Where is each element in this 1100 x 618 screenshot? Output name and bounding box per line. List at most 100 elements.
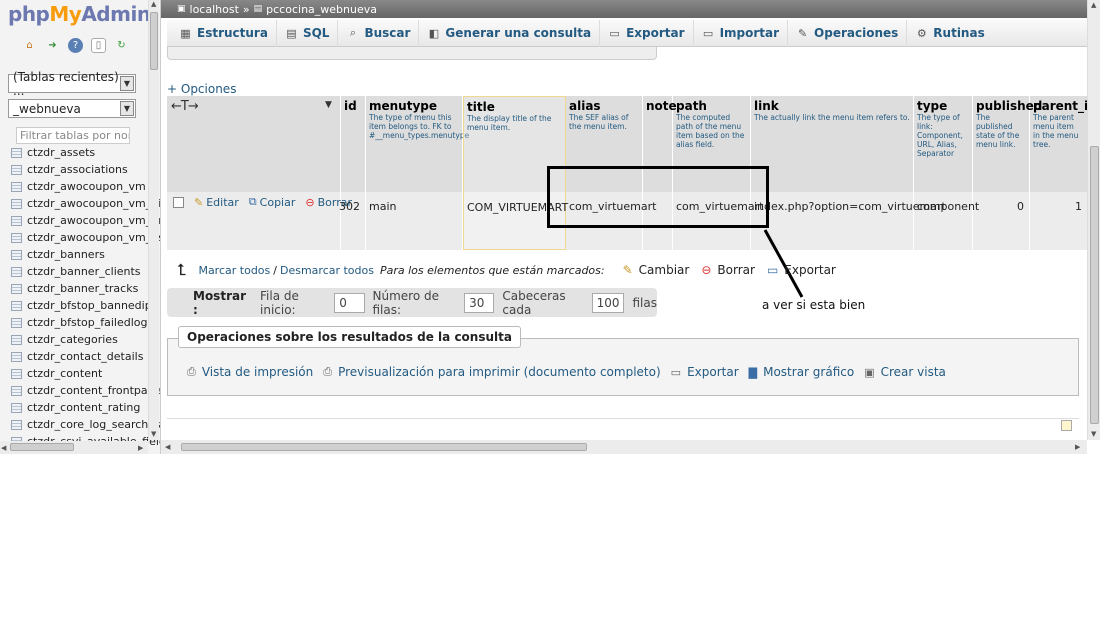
tab-importar[interactable]: ▭ Importar xyxy=(694,19,789,47)
print-preview-link[interactable]: ⎙ Previsualización para imprimir (documen… xyxy=(323,365,660,379)
table-name[interactable]: ctzdr_content_rating xyxy=(27,401,140,414)
table-icon[interactable] xyxy=(11,232,22,243)
table-icon[interactable] xyxy=(11,385,22,396)
home-icon[interactable]: ⌂ xyxy=(22,38,37,53)
scroll-right-icon[interactable]: ▶ xyxy=(138,444,143,452)
list-item[interactable]: ctzdr_categories xyxy=(11,331,149,348)
bulk-change-button[interactable]: ✎ Cambiar xyxy=(623,263,690,277)
column-header-title[interactable]: title xyxy=(467,100,495,114)
table-icon[interactable] xyxy=(11,368,22,379)
list-item[interactable]: ctzdr_banner_clients xyxy=(11,263,149,280)
table-name[interactable]: ctzdr_bfstop_failedlogin xyxy=(27,316,158,329)
list-item[interactable]: ctzdr_awocoupon_vm_pro xyxy=(11,212,160,229)
console-icon[interactable] xyxy=(1061,420,1072,431)
breadcrumb-server[interactable]: localhost xyxy=(190,3,239,16)
table-name[interactable]: ctzdr_categories xyxy=(27,333,118,346)
table-icon[interactable] xyxy=(11,334,22,345)
list-item[interactable]: ctzdr_awocoupon_vm_hist xyxy=(11,195,160,212)
list-item[interactable]: ctzdr_bfstop_failedlogin xyxy=(11,314,158,331)
scroll-up-icon[interactable]: ▲ xyxy=(151,0,156,8)
list-item[interactable]: ctzdr_contact_details xyxy=(11,348,149,365)
copy-button[interactable]: ⧉ Copiar xyxy=(249,195,296,209)
nav-horizontal-scrollbar[interactable]: ◀ ▶ xyxy=(0,441,148,454)
table-name[interactable]: ctzdr_associations xyxy=(27,163,128,176)
start-row-input[interactable]: 0 xyxy=(334,292,365,313)
main-horizontal-scrollbar[interactable]: ◀ ▶ xyxy=(161,440,1087,454)
main-vertical-scroll-thumb[interactable] xyxy=(1090,146,1099,424)
table-name[interactable]: ctzdr_assets xyxy=(27,146,95,159)
list-item[interactable]: ctzdr_awocoupon_vm_use xyxy=(11,229,160,246)
list-item[interactable]: ctzdr_content_rating xyxy=(11,399,149,416)
scroll-down-icon[interactable]: ▼ xyxy=(1091,430,1096,438)
table-icon[interactable] xyxy=(11,402,22,413)
table-icon[interactable] xyxy=(11,181,22,192)
column-header-link[interactable]: link xyxy=(754,99,779,113)
list-item[interactable]: ctzdr_associations xyxy=(11,161,149,178)
recent-tables-select[interactable]: (Tablas recientes) ... ▼ xyxy=(8,70,136,98)
table-name[interactable]: ctzdr_banner_clients xyxy=(27,265,141,278)
table-name[interactable]: ctzdr_awocoupon_vm_pro xyxy=(27,214,160,227)
edit-button[interactable]: ✎ Editar xyxy=(194,196,239,209)
tab-operaciones[interactable]: ✎ Operaciones xyxy=(788,19,908,47)
list-item[interactable]: ctzdr_bfstop_bannedip xyxy=(11,297,152,314)
table-name[interactable]: ctzdr_bfstop_bannedip xyxy=(27,299,152,312)
nav-horizontal-scroll-thumb[interactable] xyxy=(10,443,74,451)
docs-icon[interactable]: ▯ xyxy=(91,38,106,53)
headers-input[interactable]: 100 xyxy=(591,292,625,313)
column-header-menutype[interactable]: menutype xyxy=(369,99,437,113)
tab-generar-consulta[interactable]: ◧ Generar una consulta xyxy=(419,19,601,47)
breadcrumb-database[interactable]: pccocina_webnueva xyxy=(266,3,377,16)
tab-estructura[interactable]: ▦ Estructura xyxy=(171,19,277,47)
tab-buscar[interactable]: ⌕ Buscar xyxy=(338,19,420,47)
logout-icon[interactable]: ➜ xyxy=(45,38,60,53)
uncheck-all-link[interactable]: Desmarcar todos xyxy=(280,264,374,277)
column-header-id[interactable]: id xyxy=(344,99,357,113)
main-vertical-scrollbar[interactable]: ▲ ▼ xyxy=(1087,0,1100,440)
table-name[interactable]: ctzdr_content_frontpage xyxy=(27,384,160,397)
print-view-link[interactable]: ⎙ Vista de impresión xyxy=(187,365,313,379)
bulk-delete-button[interactable]: ⊖ Borrar xyxy=(701,263,755,277)
list-item[interactable]: ctzdr_banners xyxy=(11,246,149,263)
options-link[interactable]: + Opciones xyxy=(167,82,236,96)
scroll-up-icon[interactable]: ▲ xyxy=(1091,1,1096,9)
export-link[interactable]: ▭ Exportar xyxy=(671,365,739,379)
list-item[interactable]: ctzdr_core_log_searches xyxy=(11,416,160,433)
column-arrows-icon[interactable]: ←T→ xyxy=(171,99,199,114)
table-icon[interactable] xyxy=(11,249,22,260)
list-item[interactable]: ctzdr_content xyxy=(11,365,149,382)
list-item[interactable]: ctzdr_assets xyxy=(11,144,149,161)
table-name[interactable]: ctzdr_contact_details xyxy=(27,350,143,363)
main-horizontal-scroll-thumb[interactable] xyxy=(181,443,587,451)
show-chart-link[interactable]: ▇ Mostrar gráfico xyxy=(749,365,855,379)
table-icon[interactable] xyxy=(11,164,22,175)
table-icon[interactable] xyxy=(11,147,22,158)
table-name[interactable]: ctzdr_content xyxy=(27,367,102,380)
table-icon[interactable] xyxy=(11,198,22,209)
table-icon[interactable] xyxy=(11,419,22,430)
table-icon[interactable] xyxy=(11,351,22,362)
chevron-down-icon[interactable]: ▼ xyxy=(120,101,134,116)
table-name[interactable]: ctzdr_core_log_searches xyxy=(27,418,160,431)
table-icon[interactable] xyxy=(11,283,22,294)
help-icon[interactable]: ? xyxy=(68,38,83,53)
rows-input[interactable]: 30 xyxy=(464,292,495,313)
tab-sql[interactable]: ▤ SQL xyxy=(277,19,339,47)
table-icon[interactable] xyxy=(11,215,22,226)
table-name[interactable]: ctzdr_banners xyxy=(27,248,105,261)
database-select[interactable]: _webnueva ▼ xyxy=(8,99,136,118)
nav-vertical-scroll-thumb[interactable] xyxy=(150,12,158,70)
list-item[interactable]: ctzdr_banner_tracks xyxy=(11,280,149,297)
table-filter-input[interactable]: Filtrar tablas por nombr xyxy=(16,127,130,144)
column-header-alias[interactable]: alias xyxy=(569,99,601,113)
reload-icon[interactable]: ↻ xyxy=(114,38,129,53)
phpmyadmin-logo[interactable]: phpMyAdmin xyxy=(8,2,151,26)
column-header-type[interactable]: type xyxy=(917,99,947,113)
table-name[interactable]: ctzdr_awocoupon_vm xyxy=(27,180,146,193)
tab-rutinas[interactable]: ⚙ Rutinas xyxy=(907,20,992,47)
table-icon[interactable] xyxy=(11,317,22,328)
table-name[interactable]: ctzdr_awocoupon_vm_use xyxy=(27,231,160,244)
scroll-right-icon[interactable]: ▶ xyxy=(1075,443,1080,451)
table-name[interactable]: ctzdr_awocoupon_vm_hist xyxy=(27,197,160,210)
bulk-export-button[interactable]: ▭ Exportar xyxy=(767,263,836,277)
check-all-link[interactable]: Marcar todos xyxy=(198,264,270,277)
